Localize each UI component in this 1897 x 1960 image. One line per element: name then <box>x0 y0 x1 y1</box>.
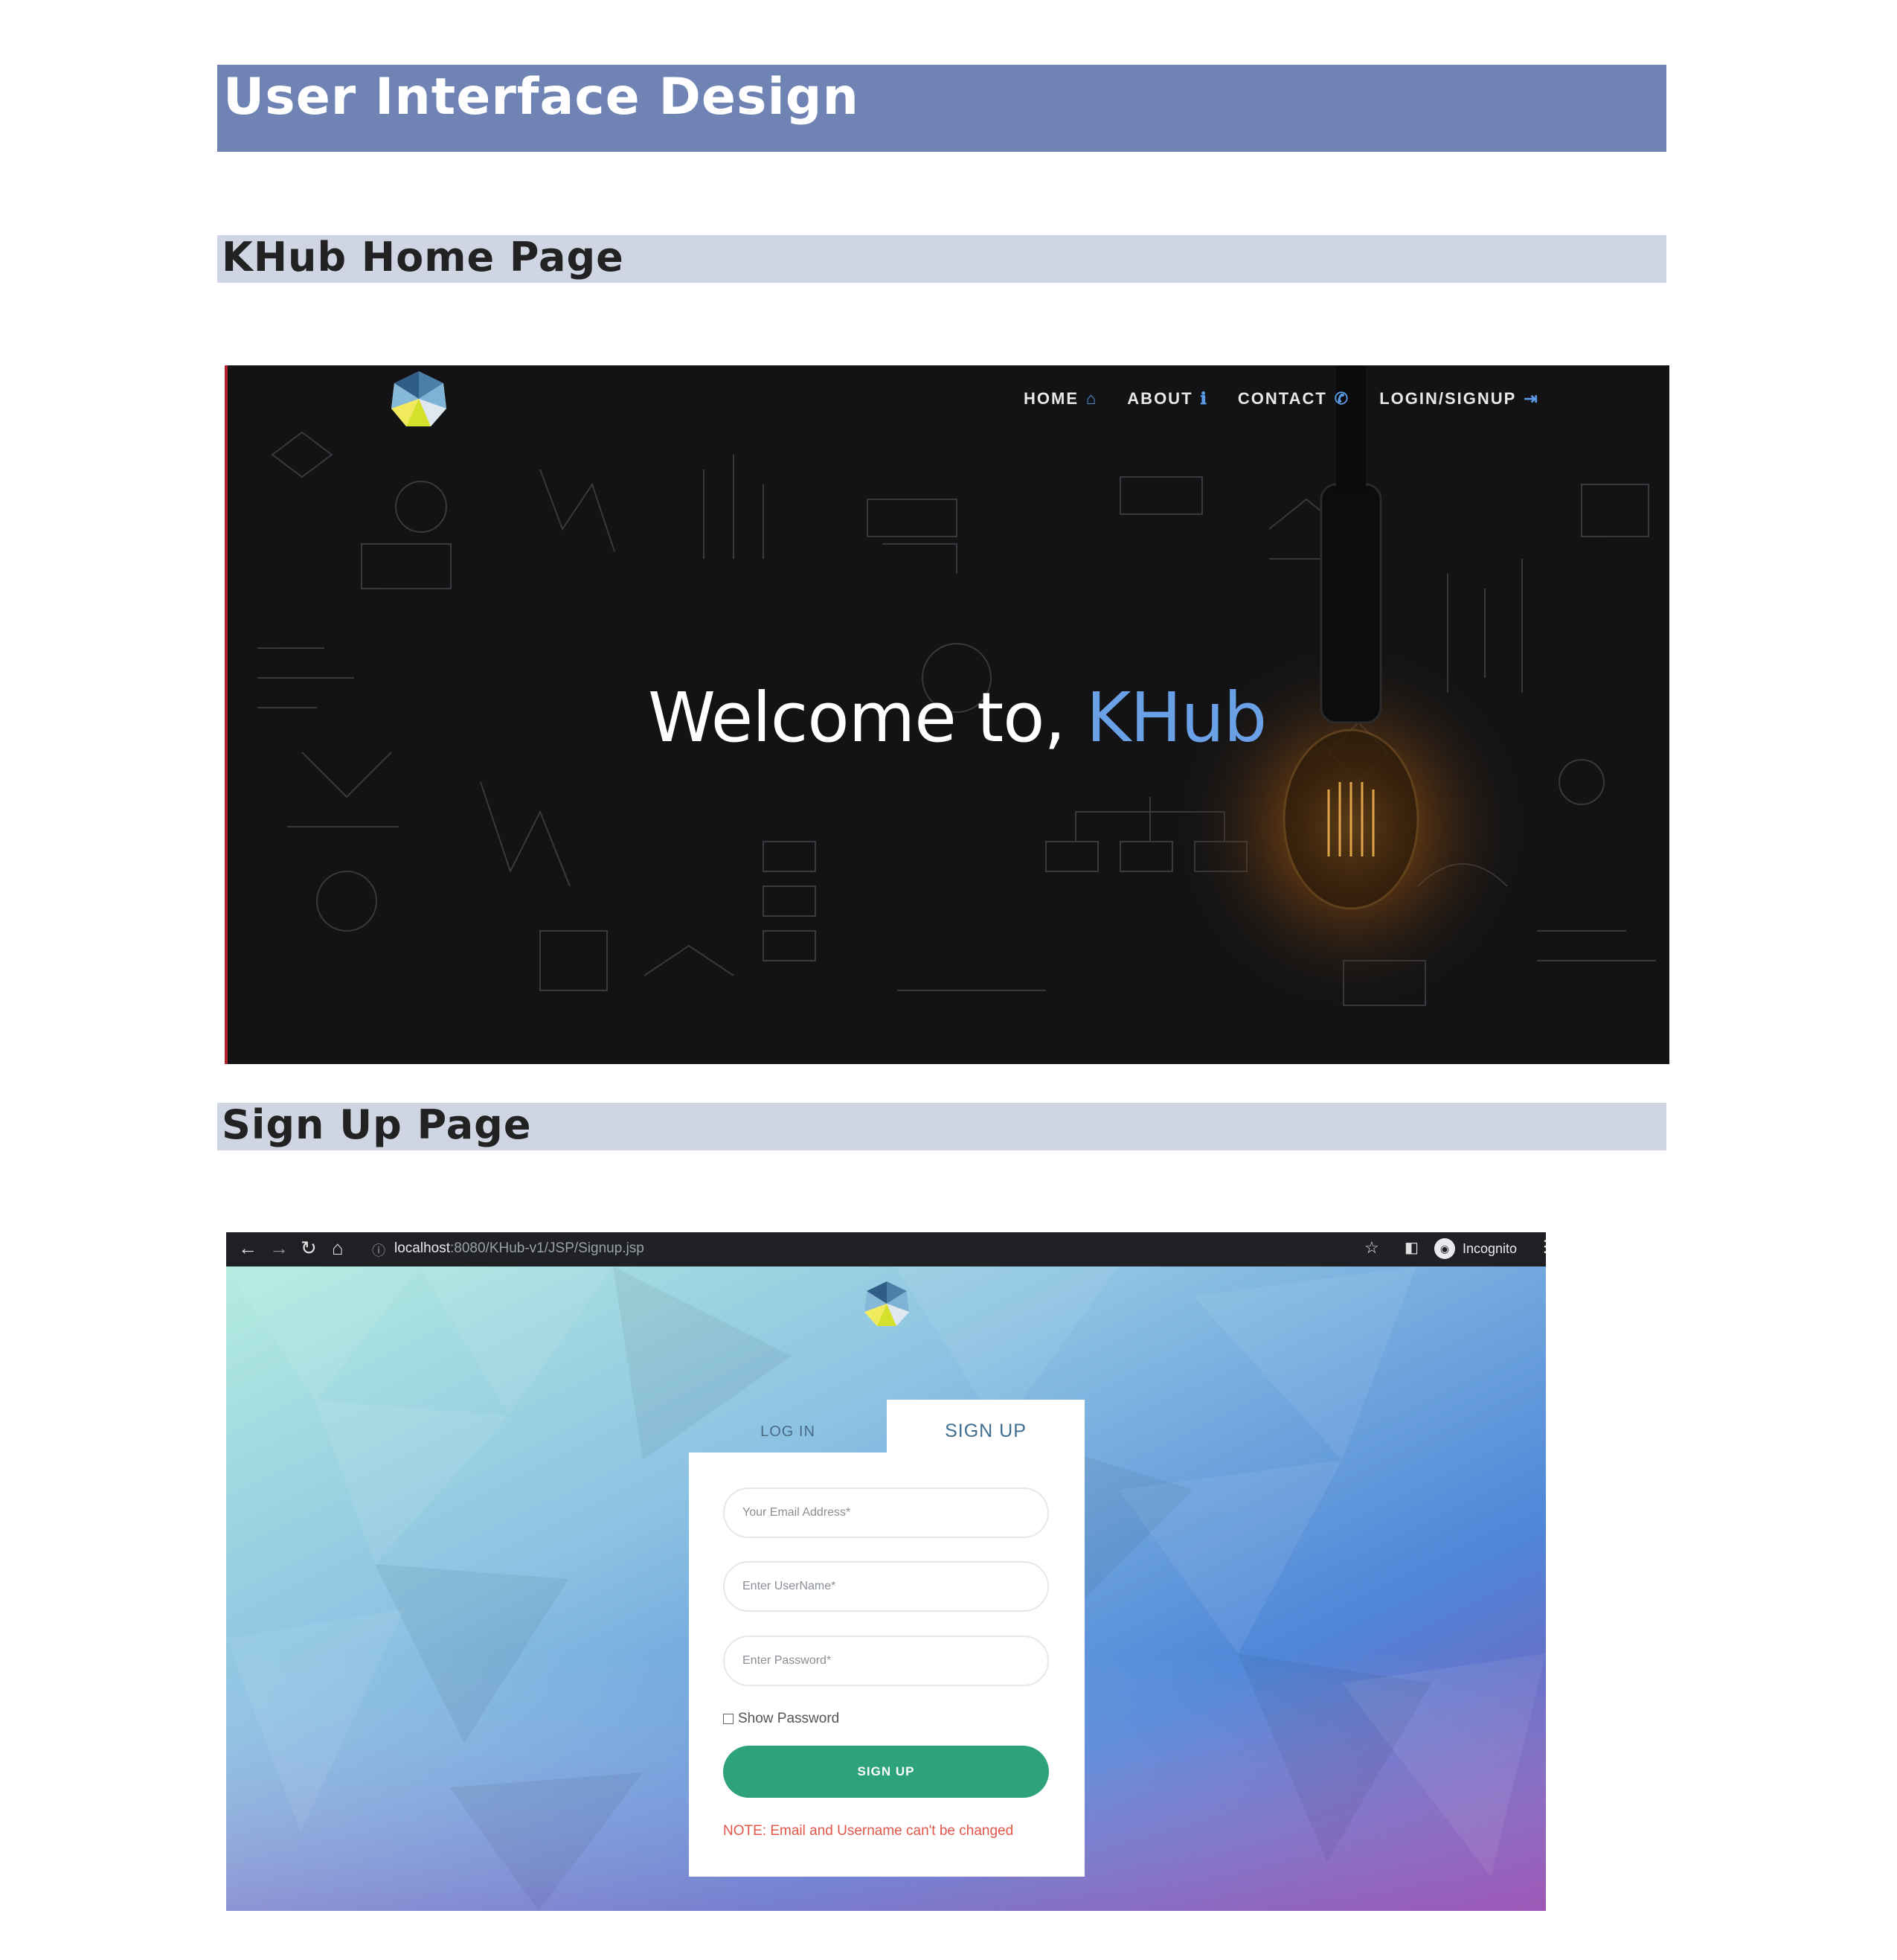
incognito-label: Incognito <box>1463 1240 1518 1256</box>
home-section-heading: KHub Home Page <box>222 234 624 281</box>
nav-about[interactable]: ABOUT ℹ <box>1127 389 1208 409</box>
khub-logo[interactable] <box>863 1280 911 1330</box>
password-field[interactable] <box>723 1636 1049 1686</box>
nav-home-label: HOME <box>1024 389 1079 408</box>
email-field[interactable] <box>723 1487 1049 1538</box>
show-password-label: Show Password <box>738 1711 840 1726</box>
khub-logo[interactable] <box>390 370 448 431</box>
welcome-heading: Welcome to, KHub <box>648 678 1267 758</box>
phone-icon: ✆ <box>1334 389 1350 408</box>
info-icon: ℹ <box>1200 389 1208 408</box>
home-icon: ⌂ <box>1086 389 1098 408</box>
browser-toolbar: ← → ↻ ⌂ ⓘ localhost:8080/KHub-v1/JSP/Sig… <box>226 1232 1546 1266</box>
url-text[interactable]: localhost:8080/KHub-v1/JSP/Signup.jsp <box>394 1240 644 1257</box>
show-password-checkbox[interactable] <box>723 1714 734 1724</box>
reload-icon[interactable]: ↻ <box>301 1237 317 1260</box>
welcome-brand: KHub <box>1085 678 1267 758</box>
incognito-icon: ◉ <box>1434 1238 1455 1259</box>
signup-section-heading: Sign Up Page <box>222 1101 532 1148</box>
menu-icon[interactable]: ⋮ <box>1537 1237 1546 1256</box>
login-icon: ⇥ <box>1524 389 1539 408</box>
home-page-screenshot: HOME ⌂ ABOUT ℹ CONTACT ✆ LOGIN/SIGNUP ⇥ … <box>225 365 1669 1064</box>
site-info-icon[interactable]: ⓘ <box>372 1240 385 1260</box>
sign-up-button[interactable]: SIGN UP <box>723 1746 1049 1798</box>
url-path: :8080/KHub-v1/JSP/Signup.jsp <box>450 1240 644 1256</box>
tab-login[interactable]: LOG IN <box>689 1400 887 1453</box>
home-section-heading-bar: KHub Home Page <box>217 234 1666 283</box>
side-panel-icon[interactable]: ◧ <box>1405 1238 1419 1257</box>
khub-logo-icon <box>391 371 446 426</box>
nav-login-signup[interactable]: LOGIN/SIGNUP ⇥ <box>1379 389 1539 409</box>
signup-section-heading-bar: Sign Up Page <box>217 1101 1666 1150</box>
signup-note: NOTE: Email and Username can't be change… <box>723 1823 1014 1839</box>
tab-signup[interactable]: SIGN UP <box>887 1400 1085 1453</box>
main-heading-bar: User Interface Design <box>217 65 1666 152</box>
url-host: localhost <box>394 1240 450 1256</box>
nav-contact-label: CONTACT <box>1237 389 1327 408</box>
forward-icon[interactable]: → <box>269 1237 289 1260</box>
bookmark-star-icon[interactable]: ☆ <box>1364 1238 1379 1258</box>
username-field[interactable] <box>723 1561 1049 1612</box>
show-password-toggle[interactable]: Show Password <box>723 1711 839 1727</box>
nav-login-signup-label: LOGIN/SIGNUP <box>1379 389 1517 408</box>
signup-page-screenshot: ← → ↻ ⌂ ⓘ localhost:8080/KHub-v1/JSP/Sig… <box>226 1232 1546 1911</box>
welcome-prefix: Welcome to, <box>648 678 1066 758</box>
nav-about-label: ABOUT <box>1127 389 1193 408</box>
incognito-indicator[interactable]: ◉ Incognito <box>1434 1238 1517 1259</box>
nav-home[interactable]: HOME ⌂ <box>1024 389 1097 409</box>
back-icon[interactable]: ← <box>238 1237 257 1260</box>
main-heading: User Interface Design <box>223 68 859 126</box>
nav-contact[interactable]: CONTACT ✆ <box>1238 389 1349 409</box>
main-navigation: HOME ⌂ ABOUT ℹ CONTACT ✆ LOGIN/SIGNUP ⇥ <box>1024 389 1539 409</box>
home-icon[interactable]: ⌂ <box>332 1237 344 1260</box>
khub-logo-icon <box>864 1281 909 1326</box>
